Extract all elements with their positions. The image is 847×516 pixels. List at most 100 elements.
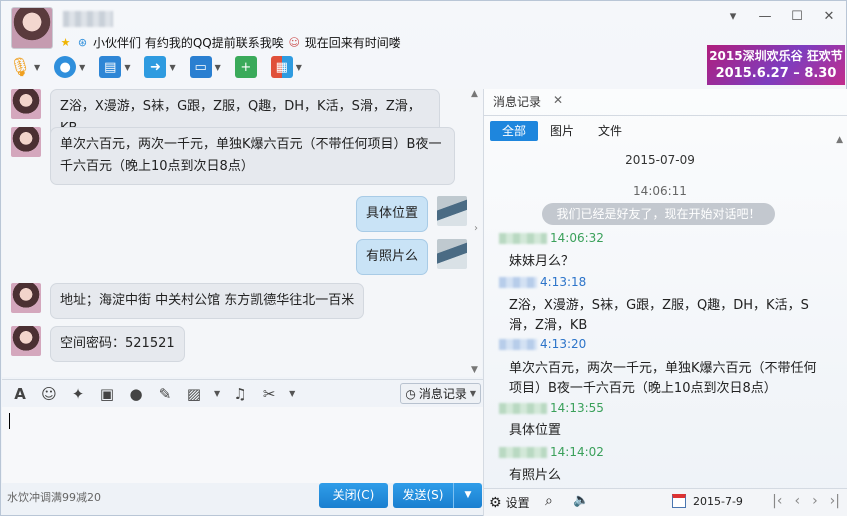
sender-name-blurred: [499, 402, 547, 414]
create-discussion-button[interactable]: +: [234, 56, 257, 78]
message-timestamp: 4:13:18: [540, 275, 587, 289]
filter-all[interactable]: 全部: [490, 121, 539, 141]
qzone-icon[interactable]: ⊛: [76, 36, 89, 49]
chat-toolbar: 🎙 ▼ ● ▼ ▤ ▼ ➜ ▼ ▭ ▼ + ▦ ▼: [9, 56, 302, 78]
message-timestamp: 14:14:02: [550, 445, 604, 459]
history-footer: ⚙ 设置 ⌕ 🔈 2015-7-9 |‹ ‹ › ›|: [484, 488, 847, 516]
send-options-chevron-icon[interactable]: ▼: [453, 483, 482, 508]
sender-name-blurred: [499, 446, 547, 458]
signature-text-after: 现在回来有时间喽: [304, 36, 401, 50]
apps-grid-icon: ▦: [270, 56, 293, 78]
history-pagination: |‹ ‹ › ›|: [772, 493, 840, 509]
ad-text-link[interactable]: 水饮冲调满99减20: [7, 489, 101, 505]
chevron-down-icon[interactable]: ▼: [296, 63, 302, 72]
filter-files[interactable]: 文件: [586, 121, 634, 141]
last-page-icon[interactable]: ›|: [830, 493, 840, 509]
divider: [484, 115, 847, 116]
banner-line-1: 2015深圳欢乐谷 狂欢节: [709, 49, 843, 63]
voice-message-icon[interactable]: ●: [127, 385, 145, 403]
history-message: 单次六百元，两次一千元，单独K爆六百元（不带任何项目）B夜一千六百元（晚上10点…: [509, 361, 817, 396]
history-date: 2015-07-09: [625, 153, 695, 167]
chat-message: 空间密码：521521: [11, 326, 185, 362]
history-message: Z浴，X漫游，S袜，G跟，Z服，Q趣，DH，K活，S滑，Z滑，KB: [509, 298, 809, 333]
window-controls: ▾ — ☐ ✕: [726, 9, 836, 24]
chevron-down-icon[interactable]: ▼: [215, 63, 221, 72]
voice-call-button[interactable]: 🎙 ▼: [9, 56, 41, 78]
system-message: 我们已经是好友了，现在开始对话吧！: [542, 203, 775, 225]
message-bubble: 空间密码：521521: [50, 326, 185, 362]
history-sender: 14:06:32: [499, 231, 604, 245]
chevron-down-icon: ▼: [469, 389, 476, 398]
message-timestamp: 14:06:32: [550, 231, 604, 245]
scroll-up-arrow-icon[interactable]: ▲: [471, 89, 478, 99]
message-input[interactable]: [2, 407, 483, 483]
contact-avatar-small[interactable]: [11, 89, 41, 119]
contact-avatar-small[interactable]: [11, 326, 41, 356]
first-page-icon[interactable]: |‹: [772, 493, 782, 509]
remote-desktop-button[interactable]: ▤ ▼: [99, 56, 130, 78]
settings-button[interactable]: ⚙ 设置: [489, 494, 530, 511]
scroll-up-arrow-icon[interactable]: ▲: [836, 135, 843, 145]
font-icon[interactable]: A: [11, 385, 29, 403]
screen-share-icon: ▭: [189, 56, 212, 78]
message-timestamp: 4:13:20: [540, 337, 587, 351]
message-history-panel: 消息记录 ✕ 全部 图片 文件 ▲ 2015-07-09 14:06:11 我们…: [483, 89, 847, 516]
chat-header: ★ ⊛ 小伙伴们 有约我的QQ提前联系我唉 ☺ 现在回来有时间喽 ▾ — ☐ ✕…: [1, 1, 847, 89]
maximize-icon[interactable]: ☐: [790, 9, 804, 24]
contact-avatar[interactable]: [11, 7, 53, 49]
chat-message: 具体位置: [355, 196, 467, 232]
send-file-button[interactable]: ➜ ▼: [144, 56, 176, 78]
chevron-down-icon[interactable]: ▼: [169, 63, 175, 72]
settings-label: 设置: [505, 496, 530, 510]
message-history-label: 消息记录: [418, 387, 467, 401]
sender-name-blurred: [499, 338, 537, 350]
monitor-icon: ▤: [99, 56, 122, 78]
video-call-button[interactable]: ● ▼: [54, 56, 85, 78]
contact-nickname-blurred: [63, 11, 113, 27]
history-sender: 4:13:18: [499, 275, 586, 289]
close-button[interactable]: 关闭(C): [319, 483, 388, 508]
search-icon[interactable]: ⌕: [545, 493, 553, 509]
screenshot-icon[interactable]: ▣: [98, 385, 116, 403]
close-tab-icon[interactable]: ✕: [553, 93, 563, 110]
banner-line-2: 2015.6.27 – 8.30: [715, 66, 837, 81]
history-tab-label: 消息记录: [493, 95, 542, 109]
minimize-icon[interactable]: —: [758, 9, 772, 24]
input-toolbar: A ☺ ✦ ▣ ● ✎ ▨ ▼ ♫ ✂ ▼ ◷ 消息记录 ▼: [2, 379, 483, 407]
handwriting-icon[interactable]: ✎: [156, 385, 174, 403]
scissors-icon[interactable]: ✂: [260, 385, 278, 403]
next-page-icon[interactable]: ›: [812, 493, 818, 509]
speaker-icon[interactable]: 🔈: [573, 493, 589, 508]
history-sender: 4:13:20: [499, 337, 586, 351]
chevron-down-icon[interactable]: ▼: [214, 389, 220, 398]
share-screen-button[interactable]: ▭ ▼: [189, 56, 221, 78]
chat-message-area[interactable]: Z浴，X漫游，S袜，G跟，Z服，Q趣，DH，K活，S滑，Z滑，KB 单次六百元，…: [2, 89, 482, 377]
filter-images[interactable]: 图片: [538, 121, 586, 141]
chevron-down-icon[interactable]: ▼: [289, 389, 295, 398]
contact-avatar-small[interactable]: [11, 283, 41, 313]
chat-message: 有照片么: [355, 239, 467, 275]
close-icon[interactable]: ✕: [822, 9, 836, 24]
nudge-icon[interactable]: ✦: [69, 385, 87, 403]
ad-banner[interactable]: 2015深圳欢乐谷 狂欢节 2015.6.27 – 8.30: [707, 45, 845, 85]
music-icon[interactable]: ♫: [231, 385, 249, 403]
my-avatar-small[interactable]: [437, 239, 467, 269]
chevron-down-icon[interactable]: ▼: [79, 63, 85, 72]
send-button[interactable]: 发送(S): [393, 483, 453, 508]
prev-page-icon[interactable]: ‹: [794, 493, 800, 509]
history-tab[interactable]: 消息记录 ✕: [493, 93, 563, 110]
dropdown-menu-icon[interactable]: ▾: [726, 9, 740, 24]
emoji-face-icon: ☺: [288, 36, 300, 49]
calendar-icon[interactable]: [672, 494, 686, 508]
my-avatar-small[interactable]: [437, 196, 467, 226]
history-footer-date: 2015-7-9: [693, 495, 743, 508]
chevron-down-icon[interactable]: ▼: [124, 63, 130, 72]
chevron-down-icon[interactable]: ▼: [34, 63, 40, 72]
scroll-down-arrow-icon[interactable]: ▼: [471, 365, 478, 375]
contact-avatar-small[interactable]: [11, 127, 41, 157]
emoji-icon[interactable]: ☺: [40, 385, 58, 403]
apps-button[interactable]: ▦ ▼: [270, 56, 302, 78]
message-history-button[interactable]: ◷ 消息记录 ▼: [400, 383, 481, 404]
message-bubble: 具体位置: [355, 196, 428, 232]
image-icon[interactable]: ▨: [185, 385, 203, 403]
